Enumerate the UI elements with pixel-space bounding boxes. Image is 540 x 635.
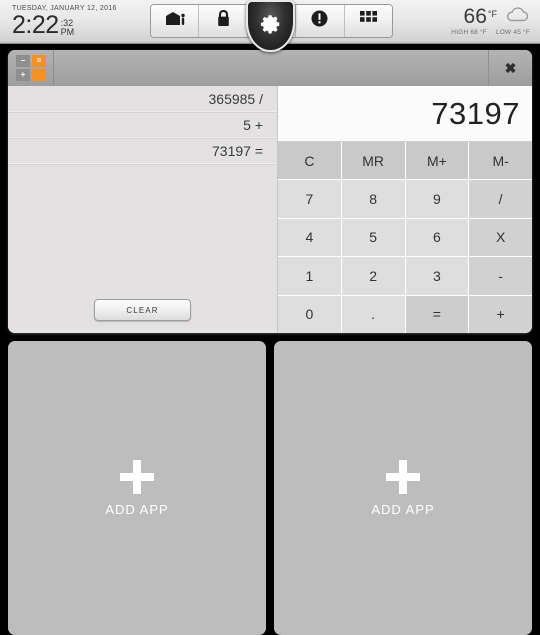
add-app-panel-right[interactable]: ADD APP: [274, 341, 532, 635]
key-2[interactable]: 2: [341, 257, 405, 295]
weather-unit: °F: [487, 8, 497, 19]
weather-temperature: 66: [463, 4, 487, 28]
dashboard-screen: TUESDAY, JANUARY 12, 2016 2:22 :32 PM 66…: [0, 0, 540, 635]
info-icon: [310, 9, 329, 33]
key-mr[interactable]: MR: [341, 142, 405, 180]
key-8[interactable]: 8: [341, 180, 405, 218]
calculator-icon: − = +: [16, 55, 46, 81]
key-minus[interactable]: -: [469, 257, 532, 295]
toolbar-button-info[interactable]: [296, 5, 345, 37]
clock-widget: TUESDAY, JANUARY 12, 2016 2:22 :32 PM: [12, 5, 117, 39]
add-app-label: ADD APP: [371, 501, 435, 517]
calculator-keyside: 73197 C MR M+ M- 7 8 9/ 4 5 6 X 1 2 3- 0. = +: [278, 86, 532, 333]
calculator-titlebar: − = + ✖: [8, 50, 532, 86]
key-dot[interactable]: .: [341, 295, 405, 333]
add-app-panel-left[interactable]: ADD APP: [8, 341, 266, 635]
icon-cell-minus: −: [16, 55, 30, 67]
calculator-keypad: C MR M+ M- 7 8 9/ 4 5 6 X 1 2 3- 0. = +: [278, 142, 532, 333]
key-divide[interactable]: /: [469, 180, 532, 218]
close-icon[interactable]: ✖: [488, 50, 532, 86]
key-9[interactable]: 9: [405, 180, 469, 218]
gear-icon: [260, 13, 282, 40]
toolbar-button-lock[interactable]: [199, 5, 248, 37]
settings-gear-button[interactable]: [246, 0, 295, 52]
key-mplus[interactable]: M+: [405, 142, 469, 180]
weather-low: LOW 45 °F: [495, 29, 530, 36]
grid-icon: [358, 8, 379, 34]
weather-high: HIGH 68 °F: [451, 29, 487, 36]
key-equals[interactable]: =: [405, 295, 469, 333]
add-app-label: ADD APP: [105, 501, 169, 517]
clock-ampm: PM: [60, 27, 75, 37]
key-multiply[interactable]: X: [469, 218, 532, 257]
app-panels: ADD APP ADD APP: [0, 341, 540, 635]
key-3[interactable]: 3: [405, 257, 469, 295]
key-6[interactable]: 6: [405, 218, 469, 257]
key-plus[interactable]: +: [469, 295, 532, 333]
icon-cell-equals: =: [32, 55, 46, 67]
clear-button[interactable]: CLEAR: [94, 299, 191, 321]
plus-icon: [120, 459, 154, 494]
key-7[interactable]: 7: [278, 180, 341, 218]
plus-icon: [386, 459, 420, 494]
toolbar-button-apps[interactable]: [344, 5, 392, 37]
key-4[interactable]: 4: [278, 218, 341, 257]
calculator-window: − = + ✖ 365985 / 5 + 73197 = CLEAR 73197: [8, 50, 532, 333]
key-0[interactable]: 0: [278, 295, 341, 333]
key-5[interactable]: 5: [341, 218, 405, 257]
icon-cell-plus: +: [16, 69, 30, 81]
weather-widget: 66 °F HIGH 68 °F LOW 45 °F: [451, 4, 530, 37]
key-c[interactable]: C: [278, 142, 341, 180]
tape-row: 5 +: [8, 112, 277, 138]
tape-row: 73197 =: [8, 138, 277, 164]
building-icon: [164, 10, 186, 32]
tape-row: 365985 /: [8, 86, 277, 112]
calculator-display: 73197: [278, 86, 532, 142]
titlebar-divider: [53, 50, 54, 86]
key-1[interactable]: 1: [278, 257, 341, 295]
lock-icon: [216, 9, 231, 33]
calculator-body: 365985 / 5 + 73197 = CLEAR 73197 C MR M+ M-…: [8, 86, 532, 333]
key-mminus[interactable]: M-: [469, 142, 532, 180]
calculator-tape: 365985 / 5 + 73197 = CLEAR: [8, 86, 278, 333]
status-bar: TUESDAY, JANUARY 12, 2016 2:22 :32 PM 66…: [0, 0, 540, 52]
toolbar-button-building[interactable]: [151, 5, 200, 37]
icon-cell-blank: [32, 69, 46, 81]
display-value: 73197: [431, 95, 520, 131]
cloud-icon: [504, 7, 530, 27]
clock-time: 2:22: [12, 11, 59, 39]
